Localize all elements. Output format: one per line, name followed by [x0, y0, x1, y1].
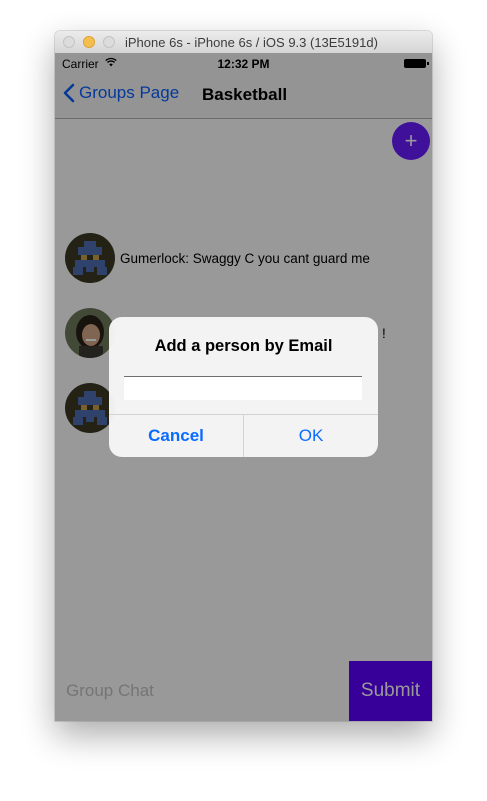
add-person-dialog: Add a person by Email Cancel OK	[109, 317, 378, 457]
device-screen: Carrier 12:32 PM Groups Page Basketball	[55, 53, 432, 721]
ok-button[interactable]: OK	[244, 415, 378, 457]
window-titlebar: iPhone 6s - iPhone 6s / iOS 9.3 (13E5191…	[55, 31, 432, 54]
cancel-button[interactable]: Cancel	[109, 415, 243, 457]
simulator-window: iPhone 6s - iPhone 6s / iOS 9.3 (13E5191…	[55, 31, 432, 721]
close-window-button[interactable]	[63, 36, 75, 48]
zoom-window-button[interactable]	[103, 36, 115, 48]
dialog-title: Add a person by Email	[154, 337, 333, 355]
window-title: iPhone 6s - iPhone 6s / iOS 9.3 (13E5191…	[125, 35, 378, 50]
minimize-window-button[interactable]	[83, 36, 95, 48]
email-field[interactable]	[124, 376, 362, 400]
